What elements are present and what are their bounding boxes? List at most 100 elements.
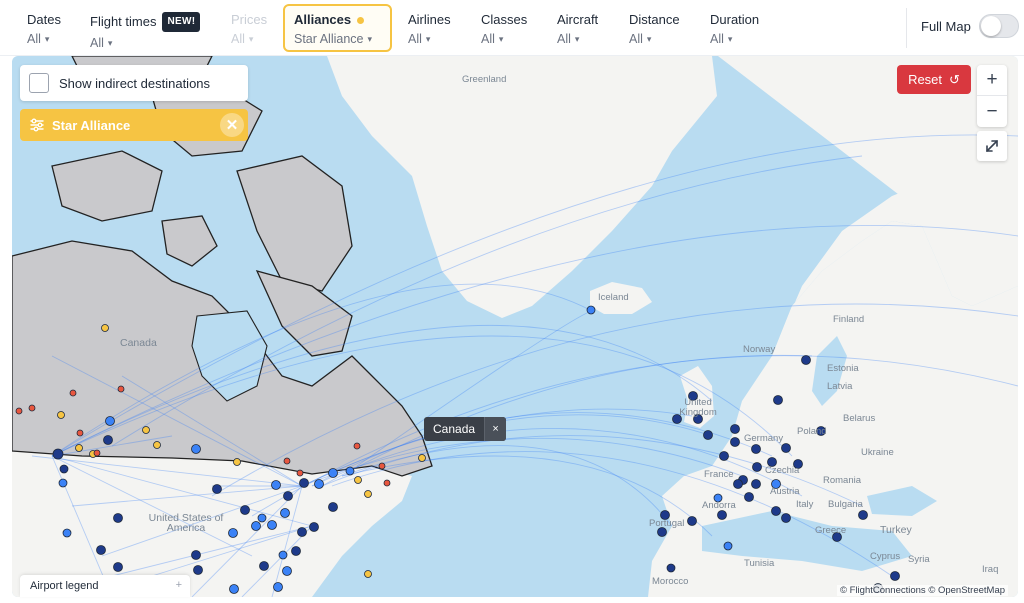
divider	[906, 8, 907, 48]
map-label: Turkey	[880, 524, 912, 536]
full-map-toggle[interactable]	[979, 14, 1019, 38]
map-label: Austria	[770, 486, 800, 497]
filter-value: All	[629, 32, 643, 46]
filter-duration[interactable]: Duration All ▾	[700, 4, 769, 52]
map-label: Iraq	[982, 564, 999, 575]
filter-dates[interactable]: Dates All ▾	[17, 4, 71, 52]
filter-prices: Prices All ▾	[221, 4, 277, 52]
filter-value: All	[90, 36, 104, 50]
filter-value: All	[231, 32, 245, 46]
filter-classes[interactable]: Classes All ▾	[471, 4, 537, 52]
map-label: United Kingdom	[679, 397, 717, 418]
legend-label: Airport legend	[30, 580, 99, 592]
map-label: Greece	[815, 525, 847, 536]
map-label: Andorra	[702, 500, 736, 511]
map-label: Ukraine	[861, 447, 894, 458]
reset-label: Reset	[908, 72, 943, 87]
active-filter-dot	[357, 16, 365, 24]
show-indirect-label: Show indirect destinations	[59, 75, 211, 91]
map-label: Tunisia	[744, 558, 775, 569]
checkbox-box[interactable]	[29, 73, 49, 93]
map-label: Morocco	[652, 576, 689, 587]
map-label: Bulgaria	[828, 499, 863, 510]
alliance-chip-label: Star Alliance	[52, 117, 131, 133]
land-baffin	[255, 270, 353, 357]
map-label: Iceland	[598, 292, 629, 303]
map-label: United States of America	[148, 512, 224, 534]
chevron-down-icon: ▾	[248, 34, 254, 44]
map-label: France	[704, 469, 734, 480]
map-label: Belarus	[843, 413, 876, 424]
filter-value: All	[481, 32, 495, 46]
sliders-icon	[30, 118, 44, 132]
map-label: Norway	[743, 344, 776, 355]
filter-label: Aircraft	[557, 12, 599, 27]
reset-button[interactable]: Reset ↺	[897, 65, 971, 94]
close-icon[interactable]: ×	[484, 417, 507, 441]
zoom-in-button[interactable]: +	[977, 65, 1007, 96]
filter-label: Airlines	[408, 12, 451, 27]
filter-value: Star Alliance	[294, 32, 364, 46]
filter-distance[interactable]: Distance All ▾	[619, 4, 690, 52]
chevron-down-icon: ▾	[425, 34, 431, 44]
filter-value: All	[710, 32, 724, 46]
map-label: Greenland	[462, 74, 507, 85]
map-label: Poland	[797, 426, 827, 437]
map-attribution: © FlightConnections © OpenStreetMap	[837, 585, 1009, 596]
chevron-down-icon: ▾	[44, 34, 50, 44]
filter-label: Distance	[629, 12, 680, 27]
chevron-down-icon: ▾	[367, 34, 373, 44]
map-label: Finland	[833, 314, 865, 325]
filter-alliances[interactable]: Alliances Star Alliance ▾	[283, 4, 392, 52]
chevron-down-icon: ▾	[646, 34, 652, 44]
show-indirect-checkbox[interactable]: Show indirect destinations	[20, 65, 248, 101]
filter-label: Duration	[710, 12, 760, 27]
filter-flight-times[interactable]: Flight times NEW! All ▾	[80, 4, 210, 52]
land-arctic-islands-1	[51, 150, 163, 222]
plus-icon: +	[986, 69, 998, 90]
filter-bar: Dates All ▾ Flight times NEW! All ▾ Prices …	[0, 0, 1024, 56]
tooltip-label: Canada	[433, 422, 476, 436]
filter-airlines[interactable]: Airlines All ▾	[398, 4, 461, 52]
fullscreen-button[interactable]	[977, 131, 1007, 161]
country-tooltip: Canada ×	[424, 417, 507, 441]
filter-value: All	[408, 32, 422, 46]
map-label: Italy	[796, 499, 814, 510]
map-label: Estonia	[827, 363, 859, 374]
chevron-down-icon: ▾	[727, 34, 733, 44]
filter-label: Flight times	[90, 14, 157, 29]
filter-label: Alliances	[294, 12, 352, 27]
filter-label: Dates	[27, 12, 61, 27]
toggle-knob	[981, 16, 1001, 36]
map-label: Latvia	[827, 381, 853, 392]
map-label: Romania	[823, 475, 862, 486]
map-label: Portugal	[649, 518, 685, 529]
land-arctic-islands-3	[236, 155, 353, 292]
new-badge: NEW!	[162, 12, 201, 32]
chevron-down-icon: ▾	[498, 34, 504, 44]
land-europe	[648, 56, 1018, 597]
minus-icon: −	[986, 100, 998, 122]
chevron-down-icon: ▾	[574, 34, 580, 44]
filter-label: Classes	[481, 12, 528, 27]
alliance-filter-chip[interactable]: Star Alliance ✕	[20, 109, 248, 141]
land-arctic-islands-4	[161, 215, 218, 267]
plus-icon: +	[175, 579, 182, 591]
map-label: Syria	[908, 554, 930, 565]
map-label: Cyprus	[870, 551, 901, 562]
airport-legend-toggle[interactable]: Airport legend +	[20, 575, 190, 597]
land-greenland	[327, 56, 717, 318]
map-label: Germany	[744, 433, 784, 444]
map-label: Czechia	[765, 465, 800, 476]
zoom-controls: + −	[977, 65, 1007, 127]
filter-aircraft[interactable]: Aircraft All ▾	[547, 4, 608, 52]
refresh-icon: ↺	[949, 71, 960, 87]
filter-value: All	[557, 32, 571, 46]
map-label: Canada	[120, 337, 157, 349]
chevron-down-icon: ▾	[107, 38, 113, 48]
close-icon[interactable]: ✕	[220, 113, 244, 137]
filter-label: Prices	[231, 12, 268, 27]
zoom-out-button[interactable]: −	[977, 96, 1007, 127]
expand-icon	[986, 140, 998, 152]
full-map-label: Full Map	[921, 19, 971, 34]
